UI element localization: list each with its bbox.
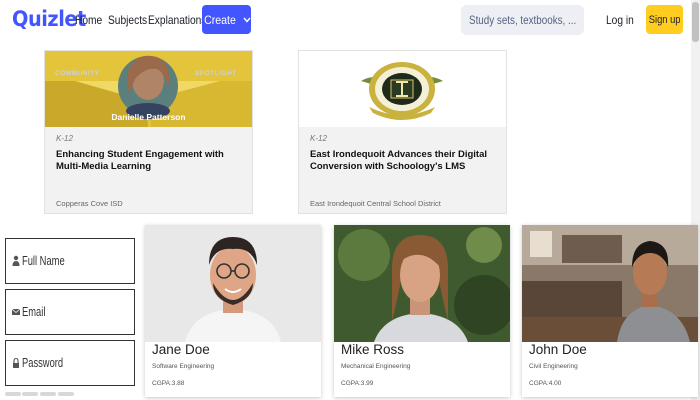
story-organization: Copperas Cove ISD (56, 199, 123, 208)
full-name-field[interactable]: Full Name (5, 238, 135, 284)
profile-department: Civil Engineering (529, 363, 578, 370)
school-crest-icon (299, 51, 506, 127)
email-placeholder: Email (22, 304, 46, 319)
story-card-copperas-cove[interactable]: COMMUNITY SPOTLIGHT Danielle Patterson K… (44, 50, 253, 214)
password-placeholder: Password (22, 355, 64, 370)
profile-photo (522, 225, 698, 342)
chevron-down-icon (242, 17, 251, 23)
story-organization: East Irondequoit Central School District (310, 199, 441, 208)
profile-name: Mike Ross (341, 342, 405, 357)
form-footer-bar (40, 392, 56, 396)
story-title[interactable]: Enhancing Student Engagement with Multi-… (56, 149, 246, 173)
avatar (522, 225, 698, 342)
story-tag: K-12 (56, 134, 73, 143)
password-field[interactable]: Password (5, 340, 135, 386)
full-name-placeholder: Full Name (22, 253, 65, 268)
nav-link-subjects[interactable]: Subjects (108, 13, 147, 27)
profile-photo (334, 225, 510, 342)
story-card-east-irondequoit[interactable]: K-12 East Irondequoit Advances their Dig… (298, 50, 507, 214)
search-input[interactable]: Study sets, textbooks, ... (461, 5, 584, 35)
profile-name: John Doe (529, 342, 587, 357)
create-button[interactable]: Create (202, 5, 251, 34)
avatar (334, 225, 510, 342)
community-spotlight-banner: COMMUNITY SPOTLIGHT Danielle Patterson (45, 51, 252, 127)
search-placeholder: Study sets, textbooks, ... (469, 13, 577, 27)
lock-icon (13, 357, 19, 368)
profile-card-mike-ross[interactable]: Mike Ross Mechanical Engineering CGPA:3.… (334, 225, 510, 397)
profile-cgpa: CGPA:3.99 (341, 380, 374, 387)
profile-cgpa: CGPA:3.88 (152, 380, 185, 387)
login-link[interactable]: Log in (606, 13, 634, 27)
form-footer-bar (58, 392, 74, 396)
nav-link-explanations[interactable]: Explanations (148, 13, 206, 27)
top-navbar: Quizlet Home Subjects Explanations Creat… (0, 0, 690, 40)
banner-label-right: SPOTLIGHT (195, 70, 237, 77)
profile-name: Jane Doe (152, 342, 210, 357)
user-icon (12, 255, 20, 266)
signup-button[interactable]: Sign up (646, 5, 683, 34)
avatar (145, 225, 321, 342)
banner-label-left: COMMUNITY (55, 70, 100, 77)
form-footer-bar (5, 392, 21, 396)
page: Quizlet Home Subjects Explanations Creat… (0, 0, 700, 400)
profile-department: Software Engineering (152, 363, 215, 370)
profile-department: Mechanical Engineering (341, 363, 411, 370)
profile-cgpa: CGPA:4.00 (529, 380, 562, 387)
story-tag: K-12 (310, 134, 327, 143)
story-title[interactable]: East Irondequoit Advances their Digital … (310, 149, 500, 173)
profile-photo (145, 225, 321, 342)
create-button-label: Create (204, 12, 237, 27)
signup-label: Sign up (648, 13, 681, 26)
email-field[interactable]: Email (5, 289, 135, 335)
form-footer-bar (22, 392, 38, 396)
scrollbar-thumb[interactable] (692, 2, 699, 42)
profile-card-jane-doe[interactable]: Jane Doe Software Engineering CGPA:3.88 (145, 225, 321, 397)
spotlight-person-name: Danielle Patterson (111, 112, 186, 122)
envelope-icon (11, 308, 21, 315)
nav-link-home[interactable]: Home (75, 13, 102, 27)
profile-card-john-doe[interactable]: John Doe Civil Engineering CGPA:4.00 (522, 225, 698, 397)
school-crest-banner (299, 51, 506, 127)
